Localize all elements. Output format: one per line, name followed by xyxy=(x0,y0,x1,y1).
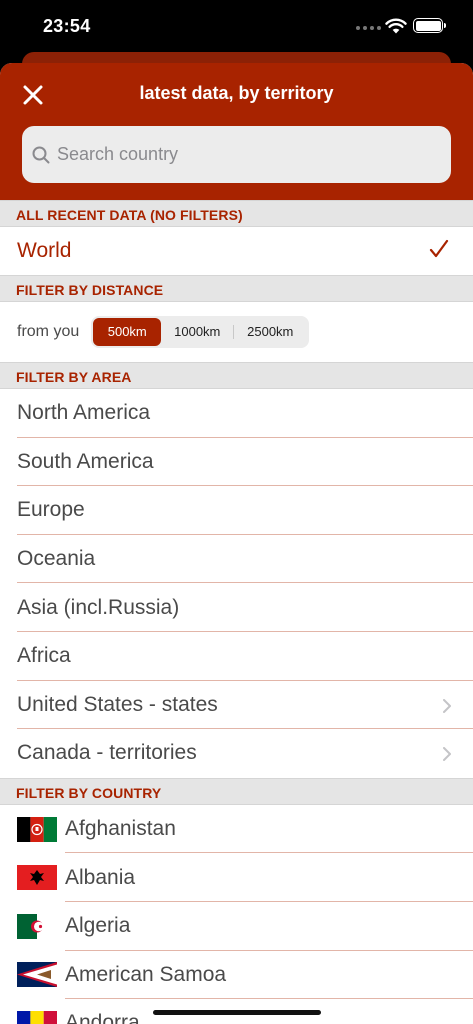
albania-flag-icon xyxy=(17,865,57,891)
area-label: Africa xyxy=(17,644,71,668)
status-time: 23:54 xyxy=(43,16,91,36)
from-you-label: from you xyxy=(17,323,80,340)
country-item-albania[interactable]: Albania xyxy=(0,853,473,902)
distance-option-1000[interactable]: 1000km xyxy=(161,318,233,346)
country-item-afghanistan[interactable]: Afghanistan xyxy=(0,805,473,854)
area-label: Canada - territories xyxy=(17,741,197,765)
area-item-us-states[interactable]: United States - states xyxy=(0,681,473,730)
country-label: American Samoa xyxy=(65,962,227,986)
area-label: United States - states xyxy=(17,692,218,716)
search-input[interactable] xyxy=(57,144,427,165)
area-item-north-america[interactable]: North America xyxy=(0,389,473,438)
chevron-right-icon xyxy=(443,698,451,713)
wifi-icon xyxy=(385,18,407,34)
country-item-american-samoa[interactable]: American Samoa xyxy=(0,951,473,1000)
distance-row: from you 500km 1000km 2500km xyxy=(0,302,473,362)
area-label: Europe xyxy=(17,498,85,522)
area-label: Asia (incl.Russia) xyxy=(17,595,180,619)
country-item-algeria[interactable]: Algeria xyxy=(0,902,473,951)
distance-option-500[interactable]: 500km xyxy=(93,318,162,346)
algeria-flag-icon xyxy=(17,913,57,939)
page-title: latest data, by territory xyxy=(139,83,334,103)
country-label: Algeria xyxy=(65,914,131,938)
american-samoa-flag-icon xyxy=(17,962,57,988)
section-header-distance: FILTER BY DISTANCE xyxy=(0,275,473,302)
sheet-header: latest data, by territory xyxy=(0,63,473,200)
area-item-canada-territories[interactable]: Canada - territories xyxy=(0,729,473,778)
distance-segmented-control: 500km 1000km 2500km xyxy=(91,316,310,348)
area-item-europe[interactable]: Europe xyxy=(0,486,473,535)
area-item-south-america[interactable]: South America xyxy=(0,438,473,487)
area-label: North America xyxy=(17,401,151,425)
country-label: Albania xyxy=(65,865,136,889)
section-header-country: FILTER BY COUNTRY xyxy=(0,777,473,805)
distance-option-2500[interactable]: 2500km xyxy=(233,318,307,346)
area-item-asia[interactable]: Asia (incl.Russia) xyxy=(0,583,473,632)
world-row[interactable]: World xyxy=(0,227,473,275)
area-label: Oceania xyxy=(17,547,96,571)
status-bar: 23:54 xyxy=(0,0,473,54)
country-label: Andorra xyxy=(65,1011,140,1024)
country-label: Afghanistan xyxy=(65,817,176,841)
andorra-flag-icon xyxy=(17,1010,57,1024)
area-item-oceania[interactable]: Oceania xyxy=(0,535,473,584)
search-bar[interactable] xyxy=(22,126,451,183)
home-indicator[interactable] xyxy=(153,1010,321,1015)
area-label: South America xyxy=(17,449,154,473)
checkmark-icon xyxy=(429,239,449,258)
territory-sheet: latest data, by territory ALL RECENT DAT… xyxy=(0,63,473,1024)
chevron-right-icon xyxy=(443,747,451,762)
battery-icon xyxy=(413,18,446,33)
area-item-africa[interactable]: Africa xyxy=(0,632,473,681)
section-header-recent: ALL RECENT DATA (NO FILTERS) xyxy=(0,200,473,227)
world-label: World xyxy=(17,239,72,262)
afghanistan-flag-icon xyxy=(17,816,57,842)
search-icon xyxy=(32,146,50,163)
section-header-area: FILTER BY AREA xyxy=(0,362,473,389)
cellular-signal-icon xyxy=(356,26,381,30)
